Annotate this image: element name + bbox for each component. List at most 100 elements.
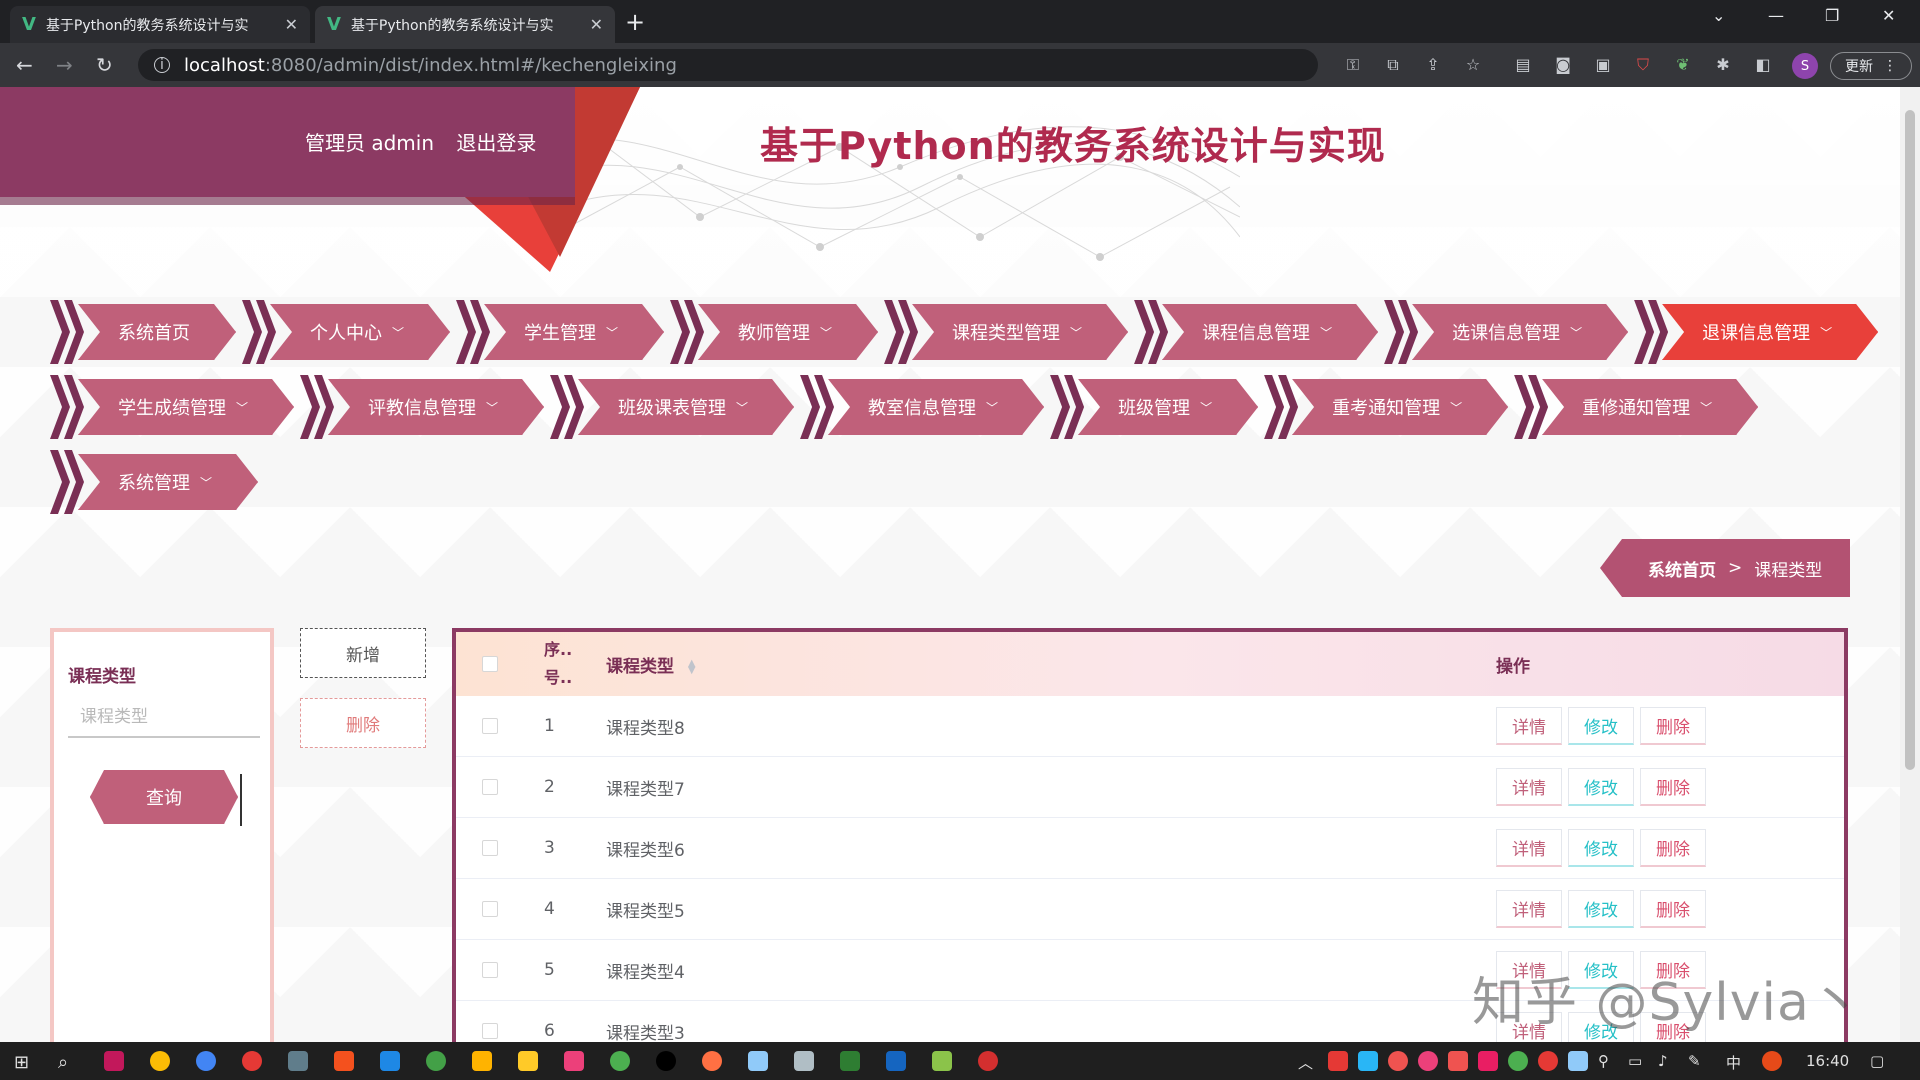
volume-icon[interactable]: ♪ <box>1658 1052 1668 1070</box>
nav-item-teacher-management[interactable]: 教师管理﹀ <box>670 300 878 364</box>
edit-button[interactable]: 修改 <box>1568 829 1634 867</box>
app-icon[interactable] <box>104 1051 124 1071</box>
word-icon[interactable] <box>886 1051 906 1071</box>
network-icon[interactable]: ▭ <box>1628 1052 1642 1070</box>
app-icon[interactable] <box>794 1051 814 1071</box>
nav-item-class-management[interactable]: 班级管理﹀ <box>1050 375 1258 439</box>
tray-icon[interactable] <box>1448 1051 1468 1071</box>
detail-button[interactable]: 详情 <box>1496 768 1562 806</box>
firefox-icon[interactable] <box>702 1051 722 1071</box>
close-icon[interactable]: ✕ <box>590 15 603 34</box>
search-icon[interactable]: ⚲ <box>1598 1052 1609 1070</box>
address-bar[interactable]: i localhost:8080/admin/dist/index.html#/… <box>138 49 1318 81</box>
site-info-icon[interactable]: i <box>154 57 170 73</box>
chevron-up-icon[interactable]: ︿ <box>1298 1052 1313 1073</box>
app-icon[interactable] <box>564 1051 584 1071</box>
nav-item-evaluation-management[interactable]: 评教信息管理﹀ <box>300 375 544 439</box>
tray-icon[interactable] <box>1538 1051 1558 1071</box>
logout-link[interactable]: 退出登录 <box>456 131 536 155</box>
tray-icon[interactable] <box>1478 1051 1498 1071</box>
add-button[interactable]: 新增 <box>300 628 426 678</box>
record-icon[interactable] <box>978 1051 998 1071</box>
edit-button[interactable]: 修改 <box>1568 768 1634 806</box>
browser-tab-1[interactable]: V 基于Python的教务系统设计与实 ✕ <box>10 6 310 43</box>
detail-button[interactable]: 详情 <box>1496 829 1562 867</box>
nav-item-retake-exam-notice-management[interactable]: 重考通知管理﹀ <box>1264 375 1508 439</box>
delete-button[interactable]: 删除 <box>1640 829 1706 867</box>
file-explorer-icon[interactable] <box>518 1051 538 1071</box>
nav-item-system-management[interactable]: 系统管理﹀ <box>50 450 258 514</box>
puzzle-icon[interactable]: ✱ <box>1713 55 1733 75</box>
detail-button[interactable]: 详情 <box>1496 890 1562 928</box>
app-icon[interactable] <box>932 1051 952 1071</box>
extension-translate-icon[interactable]: ▤ <box>1513 55 1533 75</box>
sync-icon[interactable] <box>426 1051 446 1071</box>
nav-item-course-selection-management[interactable]: 选课信息管理﹀ <box>1384 300 1628 364</box>
wechat-icon[interactable] <box>1508 1051 1528 1071</box>
ime-indicator[interactable]: 中 <box>1726 1052 1741 1073</box>
folder-icon[interactable] <box>472 1051 492 1071</box>
nav-item-course-drop-management[interactable]: 退课信息管理﹀ <box>1634 300 1878 364</box>
tray-icon[interactable] <box>1328 1051 1348 1071</box>
tray-icon[interactable] <box>1388 1051 1408 1071</box>
row-checkbox[interactable] <box>482 840 498 856</box>
breadcrumb-home[interactable]: 系统首页 <box>1648 556 1716 581</box>
nav-item-home[interactable]: 系统首页 <box>50 300 236 364</box>
row-checkbox[interactable] <box>482 901 498 917</box>
shield-icon[interactable]: ⛉ <box>1633 55 1653 75</box>
app-icon[interactable] <box>656 1051 676 1071</box>
share-icon[interactable]: ⇪ <box>1423 55 1443 75</box>
tray-icon[interactable] <box>1568 1051 1588 1071</box>
tray-icon[interactable] <box>1418 1051 1438 1071</box>
close-icon[interactable]: ✕ <box>285 15 298 34</box>
page-scrollbar-thumb[interactable] <box>1905 110 1915 770</box>
row-checkbox[interactable] <box>482 718 498 734</box>
nav-item-grade-management[interactable]: 学生成绩管理﹀ <box>50 375 294 439</box>
batch-delete-button[interactable]: 删除 <box>300 698 426 748</box>
app-icon[interactable] <box>288 1051 308 1071</box>
notification-icon[interactable]: ▢ <box>1870 1052 1884 1070</box>
tray-icon[interactable] <box>1762 1051 1782 1071</box>
window-close-icon[interactable]: ✕ <box>1882 6 1895 25</box>
row-checkbox[interactable] <box>482 779 498 795</box>
browser-tab-2[interactable]: V 基于Python的教务系统设计与实 ✕ <box>315 6 615 43</box>
delete-button[interactable]: 删除 <box>1640 890 1706 928</box>
nav-item-course-info-management[interactable]: 课程信息管理﹀ <box>1134 300 1378 364</box>
chrome-icon[interactable] <box>150 1051 170 1071</box>
camera-icon[interactable]: ◙ <box>1553 55 1573 75</box>
browser-icon[interactable] <box>196 1051 216 1071</box>
update-button[interactable]: 更新 ⋮ <box>1830 52 1912 80</box>
minimize-icon[interactable]: — <box>1768 6 1784 25</box>
search-icon[interactable]: ⌕ <box>58 1052 68 1073</box>
row-checkbox[interactable] <box>482 962 498 978</box>
profile-avatar[interactable]: S <box>1792 53 1818 79</box>
key-icon[interactable]: ⚿ <box>1343 55 1363 75</box>
wechat-icon[interactable] <box>610 1051 630 1071</box>
nav-item-retake-course-notice-management[interactable]: 重修通知管理﹀ <box>1514 375 1758 439</box>
app-icon[interactable] <box>748 1051 768 1071</box>
nav-item-personal-center[interactable]: 个人中心﹀ <box>242 300 450 364</box>
nav-item-student-management[interactable]: 学生管理﹀ <box>456 300 664 364</box>
tray-icon[interactable] <box>1358 1051 1378 1071</box>
sidebar-icon[interactable]: ◧ <box>1753 55 1773 75</box>
back-icon[interactable]: ← <box>16 53 33 77</box>
detail-button[interactable]: 详情 <box>1496 707 1562 745</box>
sort-icon[interactable]: ▲▼ <box>688 660 696 674</box>
select-all-checkbox[interactable] <box>482 656 498 672</box>
nav-item-course-type-management[interactable]: 课程类型管理﹀ <box>884 300 1128 364</box>
row-checkbox[interactable] <box>482 1023 498 1039</box>
course-type-search-input[interactable] <box>68 698 260 738</box>
header-course-type[interactable]: 课程类型 ▲▼ <box>606 652 696 677</box>
image-icon[interactable]: ▣ <box>1593 55 1613 75</box>
new-tab-icon[interactable]: + <box>625 8 645 36</box>
star-icon[interactable]: ☆ <box>1463 55 1483 75</box>
open-external-icon[interactable]: ⧉ <box>1383 55 1403 75</box>
edit-button[interactable]: 修改 <box>1568 890 1634 928</box>
pen-icon[interactable]: ✎ <box>1688 1052 1701 1070</box>
chevron-down-icon[interactable]: ⌄ <box>1712 6 1725 25</box>
app-icon[interactable] <box>334 1051 354 1071</box>
clock[interactable]: 16:40 <box>1806 1052 1849 1070</box>
nav-item-class-schedule-management[interactable]: 班级课表管理﹀ <box>550 375 794 439</box>
record-icon[interactable] <box>242 1051 262 1071</box>
reload-icon[interactable]: ↻ <box>96 53 113 77</box>
